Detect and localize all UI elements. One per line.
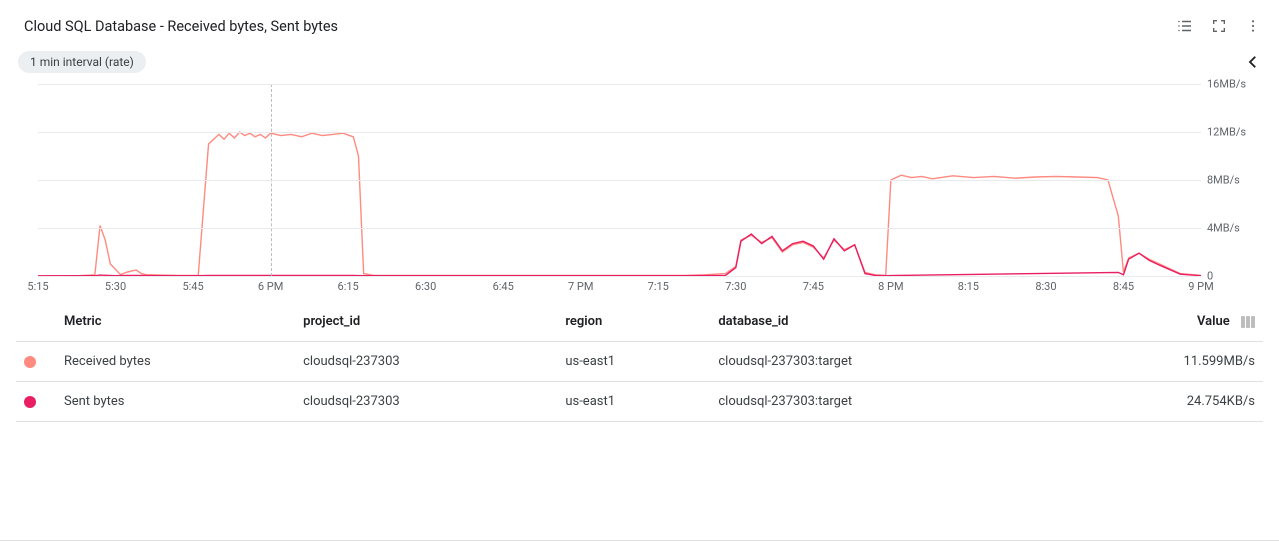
- metric-panel: Cloud SQL Database - Received bytes, Sen…: [0, 0, 1279, 541]
- x-tick-label: 6:45: [493, 280, 514, 293]
- panel-actions: [1171, 12, 1267, 40]
- legend-header-metric[interactable]: Metric: [56, 302, 295, 342]
- x-tick-label: 6:15: [338, 280, 359, 293]
- x-tick-label: 7:15: [648, 280, 669, 293]
- fullscreen-button[interactable]: [1205, 12, 1233, 40]
- table-row[interactable]: Received bytescloudsql-237303us-east1clo…: [16, 342, 1263, 382]
- fullscreen-icon: [1211, 18, 1227, 34]
- series-line: [38, 234, 1201, 276]
- y-tick-label: 0: [1207, 270, 1255, 283]
- value-cell: 24.754KB/s: [1059, 382, 1263, 422]
- x-tick-label: 8:45: [1113, 280, 1134, 293]
- list-icon: [1176, 17, 1194, 35]
- project-cell: cloudsql-237303: [295, 382, 557, 422]
- x-tick-label: 6 PM: [258, 280, 283, 293]
- x-tick-label: 8:30: [1035, 280, 1056, 293]
- panel-title: Cloud SQL Database - Received bytes, Sen…: [24, 18, 338, 35]
- gridline: [38, 132, 1201, 133]
- more-vert-icon: [1245, 18, 1261, 34]
- series-swatch: [24, 356, 36, 368]
- database-cell: cloudsql-237303:target: [710, 342, 1059, 382]
- x-tick-label: 7:30: [725, 280, 746, 293]
- panel-subheader: 1 min interval (rate): [8, 44, 1271, 74]
- gridline: [38, 180, 1201, 181]
- gridline: [38, 84, 1201, 85]
- swatch-cell: [16, 382, 56, 422]
- region-cell: us-east1: [557, 382, 710, 422]
- series-line: [38, 132, 1201, 276]
- y-tick-label: 16MB/s: [1207, 78, 1255, 91]
- gridline: [38, 228, 1201, 229]
- x-tick-label: 5:15: [27, 280, 48, 293]
- series-swatch: [24, 396, 36, 408]
- swatch-cell: [16, 342, 56, 382]
- x-tick-label: 8:15: [958, 280, 979, 293]
- legend-header-database[interactable]: database_id: [710, 302, 1059, 342]
- metric-cell: Received bytes: [56, 342, 295, 382]
- columns-icon[interactable]: [1241, 316, 1255, 328]
- chevron-left-icon: [1244, 53, 1262, 71]
- legend-toggle-button[interactable]: [1171, 12, 1199, 40]
- legend-header-project[interactable]: project_id: [295, 302, 557, 342]
- x-axis: 5:155:305:456 PM6:156:306:457 PM7:157:30…: [38, 280, 1201, 294]
- x-tick-label: 7 PM: [568, 280, 593, 293]
- legend-table: Metric project_id region database_id Val…: [16, 302, 1263, 422]
- metric-cell: Sent bytes: [56, 382, 295, 422]
- panel-header: Cloud SQL Database - Received bytes, Sen…: [8, 12, 1271, 44]
- interval-chip[interactable]: 1 min interval (rate): [18, 51, 146, 73]
- region-cell: us-east1: [557, 342, 710, 382]
- y-tick-label: 4MB/s: [1207, 222, 1255, 235]
- legend-header-value-text: Value: [1197, 314, 1230, 329]
- collapse-button[interactable]: [1241, 50, 1265, 74]
- value-cell: 11.599MB/s: [1059, 342, 1263, 382]
- y-tick-label: 8MB/s: [1207, 174, 1255, 187]
- legend-header-value[interactable]: Value: [1059, 302, 1263, 342]
- legend-header-region[interactable]: region: [557, 302, 710, 342]
- legend-header-row: Metric project_id region database_id Val…: [16, 302, 1263, 342]
- gridline: [38, 276, 1201, 277]
- more-menu-button[interactable]: [1239, 12, 1267, 40]
- table-row[interactable]: Sent bytescloudsql-237303us-east1cloudsq…: [16, 382, 1263, 422]
- x-tick-label: 6:30: [415, 280, 436, 293]
- x-tick-label: 8 PM: [878, 280, 903, 293]
- legend-header-swatch: [16, 302, 56, 342]
- y-tick-label: 12MB/s: [1207, 126, 1255, 139]
- project-cell: cloudsql-237303: [295, 342, 557, 382]
- x-tick-label: 7:45: [803, 280, 824, 293]
- x-tick-label: 5:30: [105, 280, 126, 293]
- database-cell: cloudsql-237303:target: [710, 382, 1059, 422]
- legend-body: Received bytescloudsql-237303us-east1clo…: [16, 342, 1263, 422]
- chart-area[interactable]: 5:15 5:30 5:45 6 PM 6:15 6:30 6:45 7 PM 7:15 7:30…: [24, 84, 1255, 294]
- x-tick-label: 5:45: [182, 280, 203, 293]
